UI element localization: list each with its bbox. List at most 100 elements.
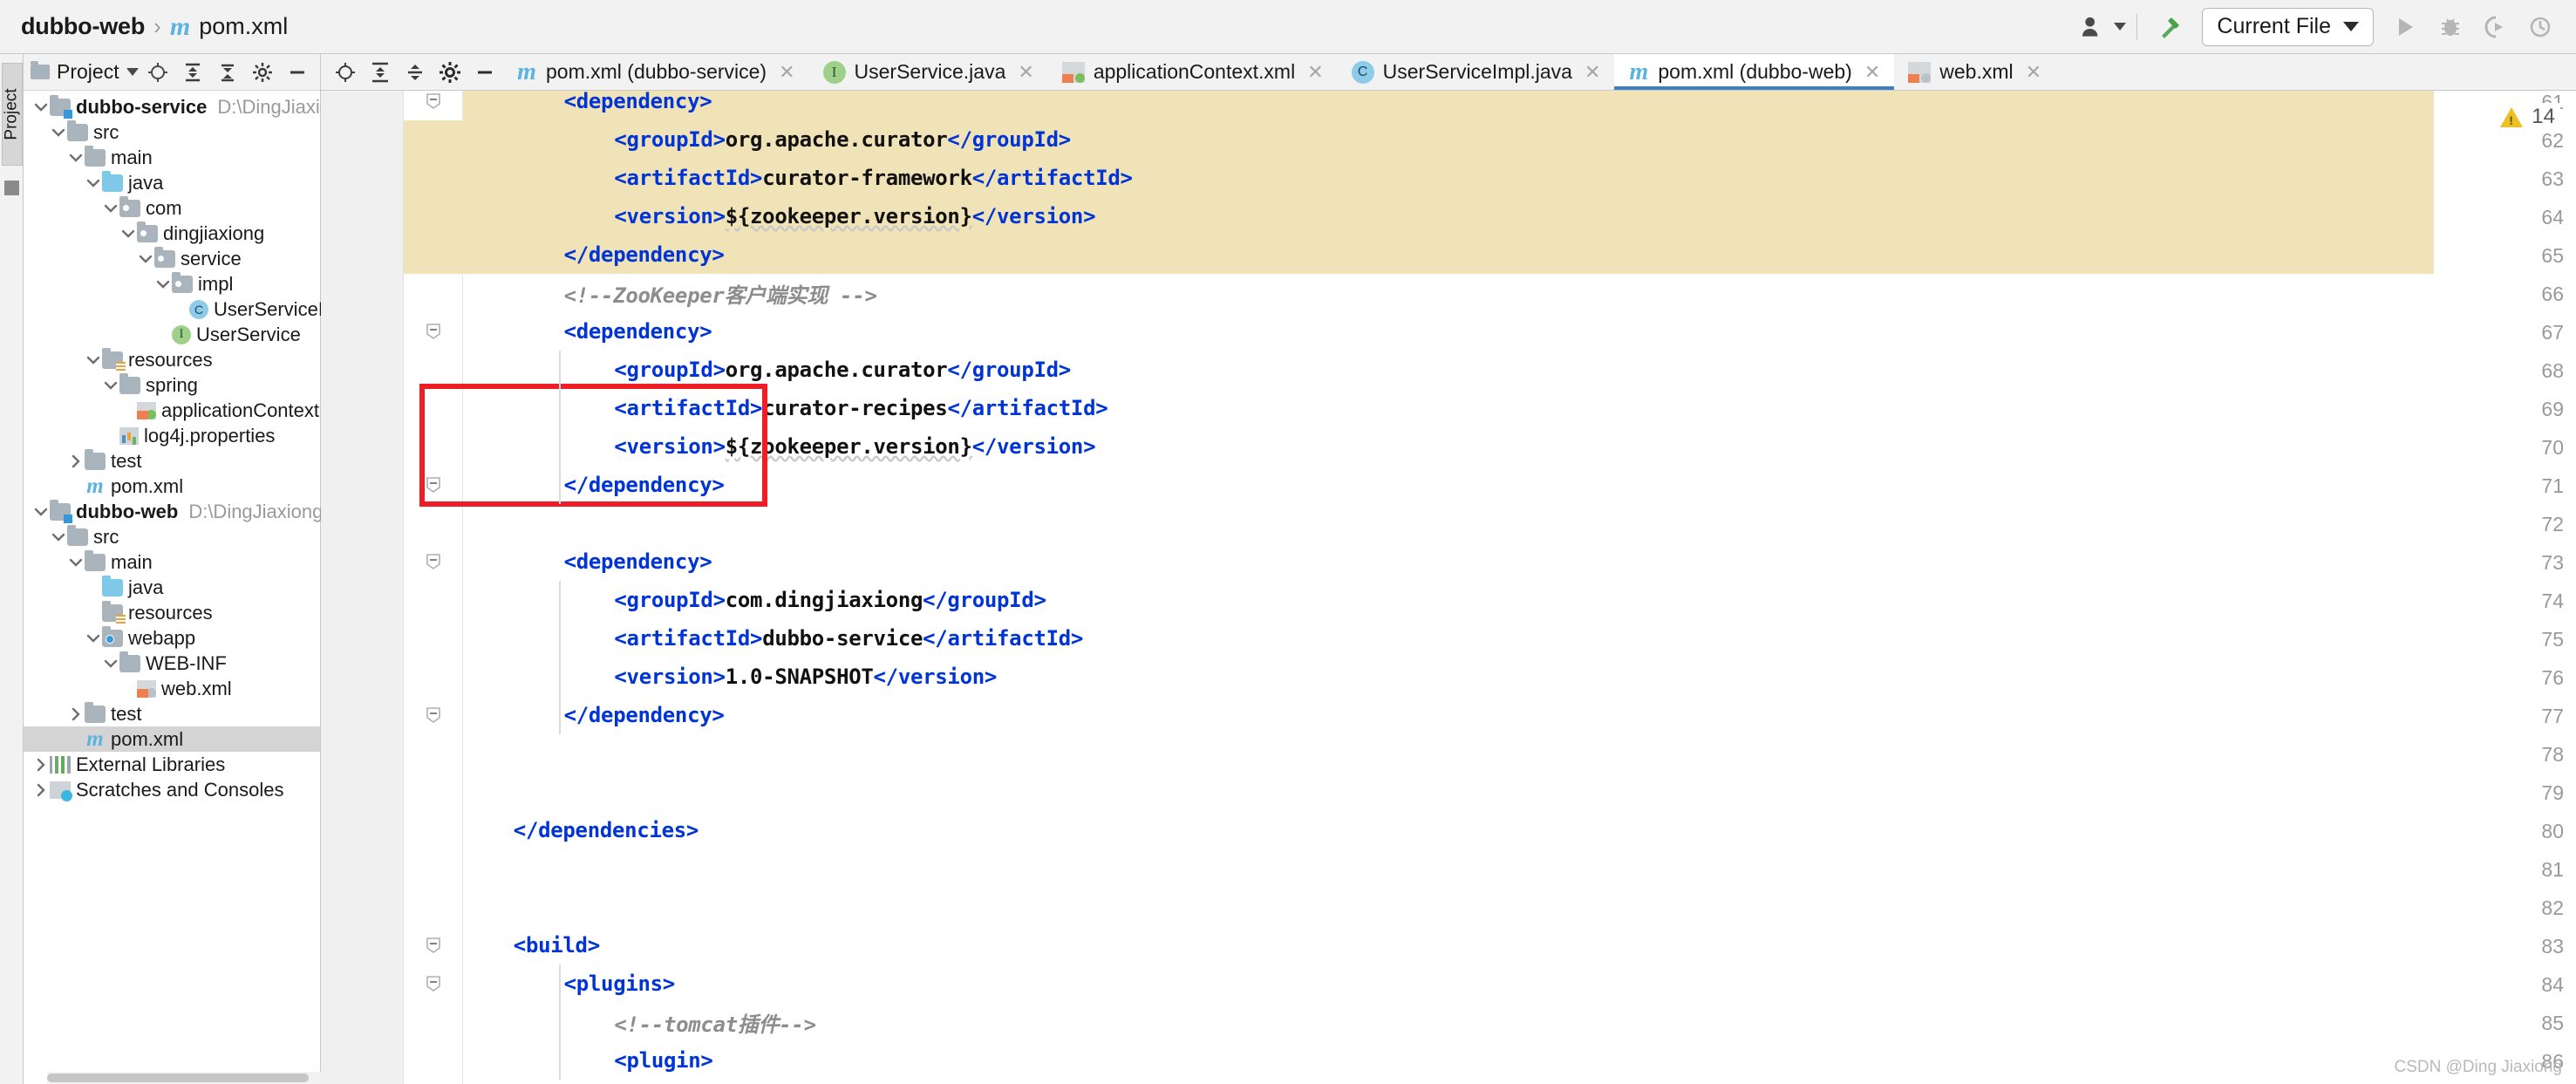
run-with-coverage-icon[interactable] <box>2473 6 2518 48</box>
project-tree-hscrollbar[interactable] <box>47 1072 344 1084</box>
chevron-down-icon[interactable] <box>32 503 50 521</box>
chevron-down-icon[interactable] <box>102 377 119 394</box>
code-line[interactable]: </dependency> <box>463 696 725 734</box>
user-avatar-icon[interactable] <box>2081 6 2127 48</box>
chevron-right-icon[interactable] <box>67 453 85 470</box>
tree-item-webapp[interactable]: webapp <box>24 625 320 651</box>
code-fold-toggle[interactable] <box>424 936 443 955</box>
chevron-down-icon[interactable] <box>67 149 85 167</box>
tree-item-com[interactable]: com <box>24 195 320 221</box>
chevron-down-icon[interactable] <box>85 630 102 647</box>
code-line[interactable]: <groupId> org.apache.curator </groupId> <box>463 120 1071 159</box>
code-line[interactable]: </dependency> <box>463 235 725 274</box>
tree-item-main[interactable]: main <box>24 145 320 170</box>
tree-item-test[interactable]: test <box>24 448 320 474</box>
locate-icon[interactable] <box>147 62 168 83</box>
code-line[interactable]: <!--ZooKeeper客户端实现 --> <box>463 274 877 312</box>
run-configuration-selector[interactable]: Current File <box>2202 7 2374 46</box>
tree-item-web-inf[interactable]: WEB-INF <box>24 651 320 676</box>
locate-file-icon[interactable] <box>328 54 363 91</box>
debug-icon[interactable] <box>2428 6 2473 48</box>
chevron-down-icon[interactable] <box>119 225 137 242</box>
breadcrumb-project[interactable]: dubbo-web <box>21 13 145 40</box>
editor-tab-pom-xml-dubbo-service[interactable]: m pom.xml (dubbo-service) ✕ <box>502 54 809 90</box>
tree-item-resources[interactable]: resources <box>24 347 320 372</box>
tree-item-test[interactable]: test <box>24 701 320 726</box>
code-line[interactable]: <dependency> <box>463 91 712 120</box>
tree-item-pom-xml[interactable]: m pom.xml <box>24 726 320 752</box>
inspection-warning-badge[interactable]: 14 <box>2495 103 2560 131</box>
code-line[interactable]: <build> <box>463 926 600 965</box>
code-fold-toggle[interactable] <box>424 974 443 993</box>
build-hammer-icon[interactable] <box>2148 6 2193 48</box>
scrollbar-thumb[interactable] <box>47 1074 309 1082</box>
hide-panel-icon[interactable] <box>287 62 308 83</box>
tree-item-src[interactable]: src <box>24 119 320 145</box>
tree-item-pom-xml[interactable]: m pom.xml <box>24 474 320 499</box>
code-content[interactable]: <dependency> <groupId> org.apache.curator <… <box>463 91 2576 1084</box>
chevron-down-icon[interactable] <box>154 276 172 293</box>
code-line[interactable]: <dependency> <box>463 542 712 581</box>
tree-item-main[interactable]: main <box>24 549 320 575</box>
tool-window-tab-project[interactable]: Project <box>2 63 23 166</box>
editor-tab-userserviceimpl-java[interactable]: C UserServiceImpl.java ✕ <box>1338 54 1615 90</box>
tree-item-src[interactable]: src <box>24 524 320 549</box>
tree-item-dingjiaxiong[interactable]: dingjiaxiong <box>24 221 320 246</box>
editor-tab-pom-xml-dubbo-web[interactable]: m pom.xml (dubbo-web) ✕ <box>1614 54 1895 90</box>
chevron-down-icon[interactable] <box>32 99 50 116</box>
tree-item-resources[interactable]: resources <box>24 600 320 625</box>
close-icon[interactable]: ✕ <box>1018 61 1033 84</box>
chevron-down-icon[interactable] <box>102 200 119 217</box>
chevron-down-icon[interactable] <box>50 124 67 141</box>
close-icon[interactable]: ✕ <box>1584 61 1600 84</box>
code-line[interactable]: <version> ${zookeeper.version} </version> <box>463 197 1095 235</box>
settings-gear-icon[interactable] <box>252 62 273 83</box>
expand-all-icon[interactable] <box>182 62 203 83</box>
tree-item-java[interactable]: java <box>24 170 320 195</box>
tree-item-service[interactable]: service <box>24 246 320 271</box>
tree-item-log4j-properties[interactable]: log4j.properties <box>24 423 320 448</box>
code-line[interactable]: <artifactId> dubbo-service </artifactId> <box>463 619 1083 658</box>
chevron-down-icon[interactable] <box>85 351 102 369</box>
code-line[interactable]: <plugin> <box>463 1041 713 1080</box>
close-icon[interactable]: ✕ <box>1307 61 1323 84</box>
hide-icon[interactable] <box>467 54 502 91</box>
chevron-down-icon[interactable] <box>85 174 102 192</box>
tree-item-impl[interactable]: impl <box>24 271 320 297</box>
editor-tab-applicationcontext-xml[interactable]: applicationContext.xml ✕ <box>1048 54 1338 90</box>
code-line[interactable]: <dependency> <box>463 312 712 351</box>
tree-item-external-libraries[interactable]: External Libraries <box>24 752 320 777</box>
code-fold-toggle[interactable] <box>424 92 443 111</box>
tree-item-userservice[interactable]: I UserService <box>24 322 320 347</box>
structure-icon[interactable] <box>4 181 19 195</box>
tree-item-web-xml[interactable]: web.xml <box>24 676 320 701</box>
close-icon[interactable]: ✕ <box>1864 61 1880 84</box>
code-fold-toggle[interactable] <box>424 552 443 571</box>
chevron-down-icon[interactable] <box>67 554 85 571</box>
code-line[interactable]: <groupId> com.dingjiaxiong </groupId> <box>463 581 1046 619</box>
code-line[interactable]: <version> 1.0-SNAPSHOT </version> <box>463 658 997 696</box>
tree-item-java[interactable]: java <box>24 575 320 600</box>
settings-gear-icon[interactable] <box>433 54 467 91</box>
code-line[interactable]: <plugins> <box>463 965 676 1003</box>
profiler-icon[interactable] <box>2518 6 2564 48</box>
code-fold-toggle[interactable] <box>424 706 443 725</box>
expand-all-icon[interactable] <box>363 54 398 91</box>
tree-item-dubbo-service[interactable]: dubbo-serviceD:\DingJiaxiong\IdeaProject… <box>24 94 501 119</box>
tree-item-scratches-and-consoles[interactable]: Scratches and Consoles <box>24 777 320 802</box>
chevron-down-icon[interactable] <box>126 68 139 76</box>
close-icon[interactable]: ✕ <box>779 61 794 84</box>
collapse-all-icon[interactable] <box>398 54 433 91</box>
tree-item-dubbo-web[interactable]: dubbo-webD:\DingJiaxiong\IdeaProjects\du… <box>24 499 494 524</box>
code-line[interactable]: <!--tomcat插件--> <box>463 1003 816 1041</box>
editor-tab-userservice-java[interactable]: I UserService.java ✕ <box>809 54 1048 90</box>
chevron-right-icon[interactable] <box>32 781 50 799</box>
chevron-down-icon[interactable] <box>50 528 67 546</box>
collapse-all-icon[interactable] <box>217 62 238 83</box>
run-icon[interactable] <box>2382 6 2428 48</box>
chevron-right-icon[interactable] <box>32 756 50 774</box>
close-icon[interactable]: ✕ <box>2026 61 2041 84</box>
tree-item-userserviceimpl[interactable]: C UserServiceImpl <box>24 297 354 322</box>
code-line[interactable]: </dependencies> <box>463 811 699 849</box>
code-line[interactable]: <artifactId> curator-framework </artifactI… <box>463 159 1133 197</box>
